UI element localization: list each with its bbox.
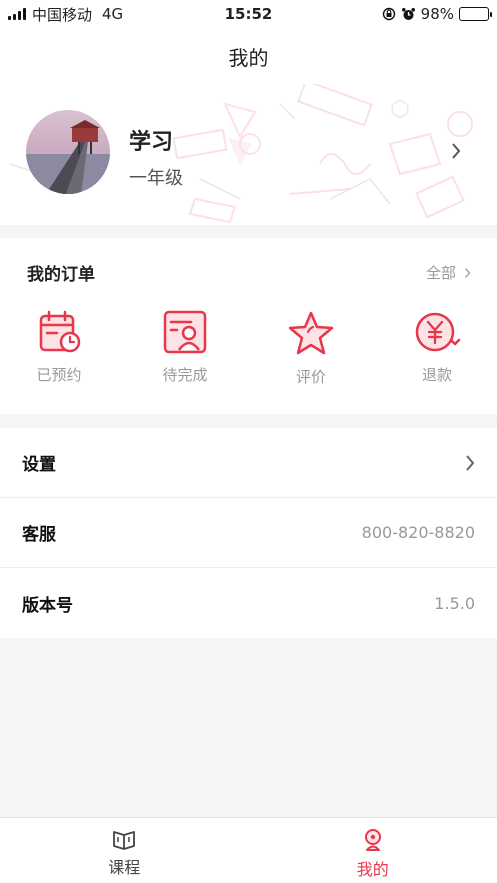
settings-label: 设置 xyxy=(22,455,56,475)
person-icon xyxy=(364,829,381,851)
order-label: 已预约 xyxy=(36,366,82,384)
calendar-clock-icon xyxy=(39,310,81,353)
yuan-refund-icon xyxy=(415,312,461,352)
tab-courses[interactable]: 课程 xyxy=(0,818,249,883)
orders-section: 我的订单 全部 已预约 待完成 评价 退款 xyxy=(0,238,497,414)
book-icon xyxy=(113,831,136,850)
orders-all-link[interactable]: 全部 xyxy=(426,262,471,283)
page-title: 我的 xyxy=(228,45,269,70)
tab-label: 我的 xyxy=(356,860,389,879)
order-item-booked[interactable]: 已预约 xyxy=(14,310,104,385)
order-item-pending[interactable]: 待完成 xyxy=(140,310,230,385)
order-label: 评价 xyxy=(295,368,326,386)
profile-name: 学习 xyxy=(129,130,174,155)
status-time: 15:52 xyxy=(224,5,273,23)
customer-service-label: 客服 xyxy=(22,525,56,545)
customer-service-phone[interactable]: 800-820-8820 xyxy=(362,523,475,542)
settings-row[interactable]: 设置 xyxy=(0,428,497,498)
orientation-lock-icon xyxy=(382,7,395,21)
version-value: 1.5.0 xyxy=(434,593,475,613)
avatar[interactable] xyxy=(26,110,110,194)
signal-icon xyxy=(8,8,26,20)
status-left: 中国移动 4G xyxy=(8,4,123,25)
version-row: 版本号 1.5.0 xyxy=(0,568,497,638)
chevron-right-icon xyxy=(464,267,471,278)
battery-icon xyxy=(459,7,492,21)
status-right: 98% xyxy=(382,5,492,23)
star-icon xyxy=(288,311,334,355)
network-label: 4G xyxy=(102,5,124,23)
order-label: 退款 xyxy=(421,366,452,384)
profile-grade: 一年级 xyxy=(129,168,183,189)
carrier-label: 中国移动 xyxy=(32,5,93,24)
version-label: 版本号 xyxy=(22,595,73,616)
battery-percent: 98% xyxy=(420,5,454,23)
order-item-refund[interactable]: 退款 xyxy=(392,310,482,385)
settings-list: 设置 客服 800-820-8820 版本号 1.5.0 xyxy=(0,428,497,638)
tab-mine[interactable]: 我的 xyxy=(249,818,497,883)
orders-all-label: 全部 xyxy=(425,264,456,282)
order-label: 待完成 xyxy=(162,366,208,384)
user-card-icon xyxy=(163,310,207,354)
chevron-right-icon[interactable] xyxy=(451,142,461,160)
order-item-review[interactable]: 评价 xyxy=(266,310,356,387)
orders-title: 我的订单 xyxy=(27,265,95,285)
status-bar: 中国移动 4G 15:52 98% xyxy=(0,0,497,28)
profile-card[interactable]: 学习 一年级 xyxy=(0,84,497,225)
chevron-right-icon xyxy=(466,454,475,471)
alarm-icon xyxy=(401,7,415,20)
nav-bar: 我的 xyxy=(0,28,497,84)
customer-service-row[interactable]: 客服 800-820-8820 xyxy=(0,498,497,568)
avatar-image xyxy=(26,110,110,194)
tab-bar: 课程 我的 xyxy=(0,817,497,883)
tab-label: 课程 xyxy=(108,858,141,877)
